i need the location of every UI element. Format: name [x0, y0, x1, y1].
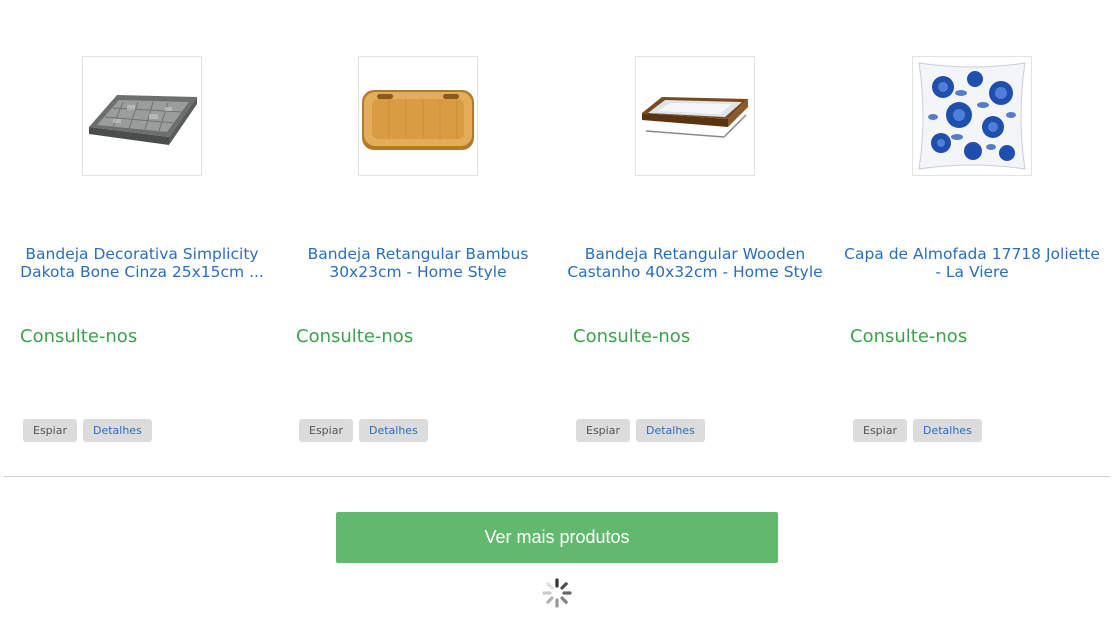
product-actions: Espiar Detalhes [23, 419, 152, 442]
product-grid: Bandeja Decorativa Simplicity Dakota Bon… [0, 0, 1118, 470]
product-image-cushion[interactable] [912, 56, 1032, 176]
product-price: Consulte-nos [850, 326, 968, 347]
section-divider [4, 476, 1110, 477]
product-card: Bandeja Decorativa Simplicity Dakota Bon… [4, 0, 280, 470]
product-actions: Espiar Detalhes [576, 419, 705, 442]
detalhes-button[interactable]: Detalhes [82, 419, 152, 442]
detalhes-button[interactable]: Detalhes [912, 419, 982, 442]
product-actions: Espiar Detalhes [299, 419, 428, 442]
product-price: Consulte-nos [296, 326, 414, 347]
product-title-link[interactable]: Bandeja Retangular Wooden Castanho 40x32… [565, 245, 825, 281]
detalhes-button[interactable]: Detalhes [635, 419, 705, 442]
load-more-button[interactable]: Ver mais produtos [336, 512, 778, 563]
product-title-link[interactable]: Capa de Almofada 17718 Joliette - La Vie… [842, 245, 1102, 281]
wooden-mirror-tray-image [642, 97, 748, 138]
floral-cushion-image [918, 62, 1026, 170]
espiar-button[interactable]: Espiar [853, 419, 907, 442]
product-title-link[interactable]: Bandeja Retangular Bambus 30x23cm - Home… [288, 245, 548, 281]
detalhes-button[interactable]: Detalhes [358, 419, 428, 442]
product-price: Consulte-nos [573, 326, 691, 347]
product-title-link[interactable]: Bandeja Decorativa Simplicity Dakota Bon… [12, 245, 272, 281]
bamboo-tray-image [362, 90, 474, 150]
loading-spinner-icon [542, 578, 572, 608]
product-card: Bandeja Retangular Bambus 30x23cm - Home… [280, 0, 556, 470]
espiar-button[interactable]: Espiar [576, 419, 630, 442]
espiar-button[interactable]: Espiar [299, 419, 353, 442]
product-image-gray-tray[interactable] [82, 56, 202, 176]
product-card: Bandeja Retangular Wooden Castanho 40x32… [557, 0, 833, 470]
espiar-button[interactable]: Espiar [23, 419, 77, 442]
product-image-wooden-tray[interactable] [635, 56, 755, 176]
product-actions: Espiar Detalhes [853, 419, 982, 442]
product-price: Consulte-nos [20, 326, 138, 347]
product-card: Capa de Almofada 17718 Joliette - La Vie… [834, 0, 1110, 470]
gray-tray-image [89, 95, 197, 145]
product-image-bamboo-tray[interactable] [358, 56, 478, 176]
